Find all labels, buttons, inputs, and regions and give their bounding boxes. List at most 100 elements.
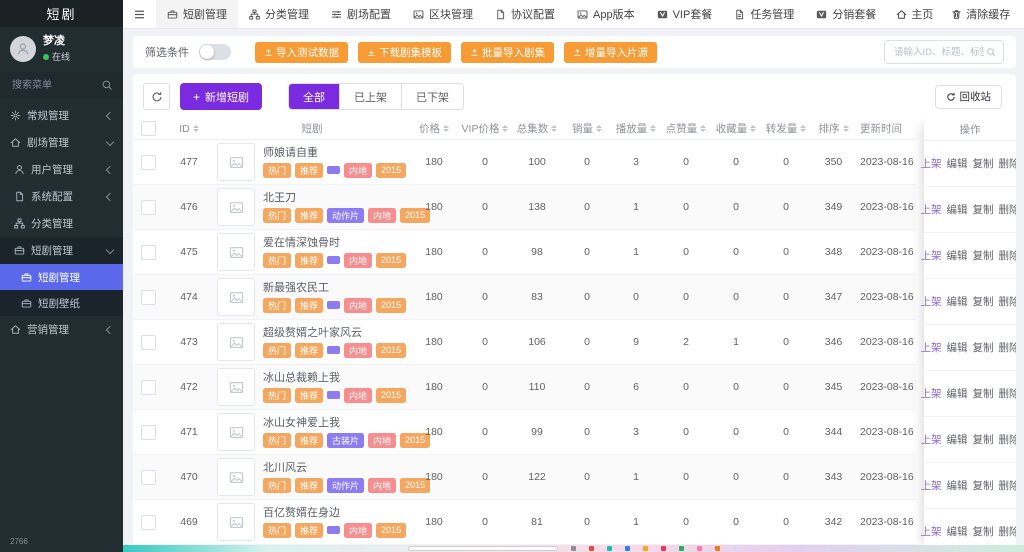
sort-icon[interactable] (502, 125, 508, 132)
column-header-favorites[interactable]: 收藏量 (711, 121, 761, 136)
action-list[interactable]: 上架 (921, 294, 942, 309)
nav-tab-category-manage[interactable]: 分类管理 (238, 0, 320, 28)
action-copy[interactable]: 复制 (973, 340, 994, 355)
incremental-import-source-button[interactable]: 增量导入片源 (564, 42, 657, 63)
action-delete[interactable]: 删除 (999, 340, 1017, 355)
sidebar-item-theater-manage[interactable]: 剧场管理 (0, 129, 123, 156)
taskbar-app-icon[interactable] (715, 546, 720, 551)
taskbar-app-icon[interactable] (643, 546, 648, 551)
action-copy[interactable]: 复制 (973, 432, 994, 447)
row-checkbox[interactable] (133, 425, 163, 440)
nav-tab-distribution-package[interactable]: 分销套餐 (805, 0, 887, 28)
sidebar-item-general-manage[interactable]: 常规管理 (0, 102, 123, 129)
add-drama-button[interactable]: + 新增短剧 (180, 83, 262, 110)
sort-icon[interactable] (443, 125, 449, 132)
sidebar-item-user-manage[interactable]: 用户管理 (0, 156, 123, 183)
sort-icon[interactable] (800, 125, 806, 132)
action-list[interactable]: 上架 (921, 478, 942, 493)
nav-link-home[interactable]: 主页 (887, 0, 942, 28)
nav-tab-drama-manage[interactable]: 短剧管理 (156, 0, 238, 28)
sort-icon[interactable] (843, 125, 849, 132)
action-copy[interactable]: 复制 (973, 294, 994, 309)
action-delete[interactable]: 删除 (999, 156, 1017, 171)
tab-listed[interactable]: 已上架 (339, 84, 401, 109)
hamburger-menu-icon[interactable] (123, 8, 156, 21)
action-copy[interactable]: 复制 (973, 248, 994, 263)
action-edit[interactable]: 编辑 (947, 294, 968, 309)
action-list[interactable]: 上架 (921, 524, 942, 539)
nav-tab-block-manage[interactable]: 区块管理 (402, 0, 484, 28)
action-delete[interactable]: 删除 (999, 248, 1017, 263)
action-edit[interactable]: 编辑 (947, 340, 968, 355)
action-edit[interactable]: 编辑 (947, 248, 968, 263)
taskbar-search[interactable] (408, 546, 558, 551)
action-delete[interactable]: 删除 (999, 524, 1017, 539)
column-header-episodes[interactable]: 总集数 (511, 121, 563, 136)
tab-all[interactable]: 全部 (289, 84, 339, 109)
nav-tab-vip-package[interactable]: VIP套餐 (646, 0, 724, 28)
taskbar-app-icon[interactable] (679, 546, 684, 551)
column-header-shares[interactable]: 转发量 (761, 121, 811, 136)
action-edit[interactable]: 编辑 (947, 524, 968, 539)
recycle-bin-button[interactable]: 回收站 (935, 85, 1003, 109)
action-copy[interactable]: 复制 (973, 478, 994, 493)
row-checkbox[interactable] (133, 470, 163, 485)
action-list[interactable]: 上架 (921, 248, 942, 263)
tab-unlisted[interactable]: 已下架 (401, 84, 463, 109)
download-episode-template-button[interactable]: 下载剧集模板 (358, 42, 451, 63)
taskbar-app-icon[interactable] (571, 546, 576, 551)
select-all-checkbox[interactable] (133, 121, 163, 136)
sidebar-search-input[interactable] (10, 79, 101, 92)
sort-icon[interactable] (551, 125, 557, 132)
refresh-button[interactable] (143, 83, 170, 110)
sidebar-item-drama-wallpaper[interactable]: 短剧壁纸 (0, 290, 123, 316)
action-delete[interactable]: 删除 (999, 432, 1017, 447)
row-checkbox[interactable] (133, 380, 163, 395)
filter-toggle[interactable] (199, 44, 231, 60)
action-edit[interactable]: 编辑 (947, 156, 968, 171)
action-copy[interactable]: 复制 (973, 524, 994, 539)
table-search-input[interactable] (892, 46, 986, 59)
column-header-vip_price[interactable]: VIP价格 (459, 121, 511, 136)
row-checkbox[interactable] (133, 155, 163, 170)
action-copy[interactable]: 复制 (973, 386, 994, 401)
row-checkbox[interactable] (133, 515, 163, 530)
sidebar-item-drama-manage-group[interactable]: 短剧管理 (0, 237, 123, 264)
sort-icon[interactable] (750, 125, 756, 132)
column-header-id[interactable]: ID (163, 123, 215, 135)
row-checkbox[interactable] (133, 335, 163, 350)
action-edit[interactable]: 编辑 (947, 202, 968, 217)
row-checkbox[interactable] (133, 200, 163, 215)
batch-import-episodes-button[interactable]: 批量导入剧集 (461, 42, 554, 63)
column-header-likes[interactable]: 点赞量 (661, 121, 711, 136)
sort-icon[interactable] (700, 125, 706, 132)
column-header-order[interactable]: 排序 (811, 121, 856, 136)
sidebar-item-drama-manage[interactable]: 短剧管理 (0, 264, 123, 290)
column-header-price[interactable]: 价格 (409, 121, 459, 136)
row-checkbox[interactable] (133, 245, 163, 260)
action-delete[interactable]: 删除 (999, 386, 1017, 401)
import-test-data-button[interactable]: 导入测试数据 (255, 42, 348, 63)
column-header-sales[interactable]: 销量 (563, 121, 611, 136)
action-list[interactable]: 上架 (921, 340, 942, 355)
taskbar-app-icon[interactable] (661, 546, 666, 551)
taskbar-app-icon[interactable] (733, 546, 738, 551)
action-list[interactable]: 上架 (921, 202, 942, 217)
action-delete[interactable]: 删除 (999, 294, 1017, 309)
sidebar-item-system-config[interactable]: 系统配置 (0, 183, 123, 210)
action-edit[interactable]: 编辑 (947, 478, 968, 493)
sort-icon[interactable] (193, 125, 199, 132)
sort-icon[interactable] (596, 125, 602, 132)
taskbar-app-icon[interactable] (697, 546, 702, 551)
nav-tab-app-version[interactable]: App版本 (566, 0, 646, 28)
nav-link-clear-cache[interactable]: 清除缓存 (942, 0, 1019, 28)
action-copy[interactable]: 复制 (973, 202, 994, 217)
action-edit[interactable]: 编辑 (947, 432, 968, 447)
nav-tab-task-manage[interactable]: 任务管理 (723, 0, 805, 28)
action-copy[interactable]: 复制 (973, 156, 994, 171)
sort-icon[interactable] (650, 125, 656, 132)
action-delete[interactable]: 删除 (999, 478, 1017, 493)
nav-tab-protocol-config[interactable]: 协议配置 (484, 0, 566, 28)
action-delete[interactable]: 删除 (999, 202, 1017, 217)
row-checkbox[interactable] (133, 290, 163, 305)
